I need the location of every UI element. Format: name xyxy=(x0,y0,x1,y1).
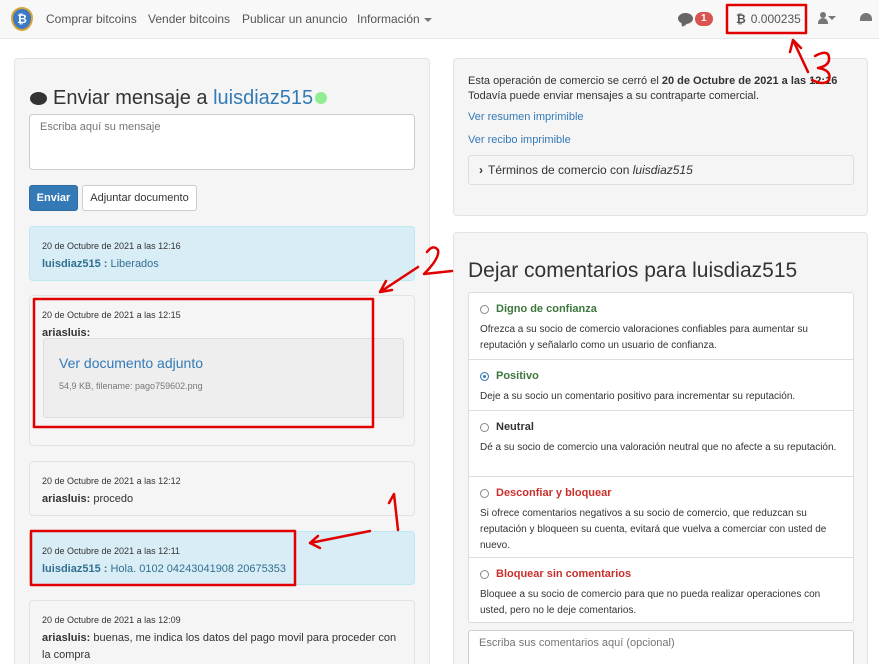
attachment-box: Ver documento adjunto 54,9 KB, filename:… xyxy=(43,338,404,418)
chevron-down-icon xyxy=(828,16,836,20)
feedback-option-description: Dé a su socio de comercio una valoración… xyxy=(480,442,837,453)
radio-button[interactable] xyxy=(480,570,489,579)
wallet-balance[interactable]: ₿ 0.000235 xyxy=(736,12,801,26)
dashboard-icon[interactable] xyxy=(860,13,872,21)
feedback-option-label: Digno de confianza xyxy=(496,303,597,315)
feedback-option-distrust-block[interactable]: Desconfiar y bloquear Si ofrece comentar… xyxy=(469,477,853,558)
feedback-options: Digno de confianza Ofrezca a su socio de… xyxy=(468,292,854,623)
message-body: luisdiaz515 : Hola. 0102 04243041908 206… xyxy=(42,561,402,578)
message-timestamp: 20 de Octubre de 2021 a las 12:16 xyxy=(42,241,181,251)
message-author: luisdiaz515 : xyxy=(42,563,108,575)
message-text: buenas, me indica los datos del pago mov… xyxy=(42,632,397,661)
radio-button[interactable] xyxy=(480,305,489,314)
message-text: Liberados xyxy=(110,258,159,270)
message-author: ariasluis: xyxy=(42,632,91,644)
nav-sell-bitcoins[interactable]: Vender bitcoins xyxy=(148,12,230,26)
view-attachment-link[interactable]: Ver documento adjunto xyxy=(59,355,388,371)
feedback-option-trustworthy[interactable]: Digno de confianza Ofrezca a su socio de… xyxy=(469,293,853,360)
send-button[interactable]: Enviar xyxy=(29,185,78,211)
printable-summary-link[interactable]: Ver resumen imprimible xyxy=(468,111,584,123)
nav-buy-bitcoins[interactable]: Comprar bitcoins xyxy=(46,12,137,26)
chat-message: 20 de Octubre de 2021 a las 12:09 ariasl… xyxy=(29,600,415,664)
user-menu[interactable] xyxy=(818,12,838,26)
trade-closed-note: Todavía puede enviar mensajes a su contr… xyxy=(468,90,760,102)
top-navbar: ₿ Comprar bitcoins Vender bitcoins Publi… xyxy=(0,0,879,39)
trade-terms-prefix: Términos de comercio con xyxy=(488,163,630,177)
message-timestamp: 20 de Octubre de 2021 a las 12:15 xyxy=(42,310,181,320)
printable-receipt-link[interactable]: Ver recibo imprimible xyxy=(468,134,571,146)
feedback-option-description: Ofrezca a su socio de comercio valoracio… xyxy=(480,324,808,351)
wallet-balance-value: 0.000235 xyxy=(750,12,801,26)
message-timestamp: 20 de Octubre de 2021 a las 12:12 xyxy=(42,476,181,486)
chevron-right-icon: › xyxy=(479,163,483,177)
feedback-title: Dejar comentarios para luisdiaz515 xyxy=(468,259,798,282)
comment-icon xyxy=(30,92,47,105)
radio-button[interactable] xyxy=(480,423,489,432)
chat-message: 20 de Octubre de 2021 a las 12:12 ariasl… xyxy=(29,461,415,516)
trade-closed-notice: Esta operación de comercio se cerró el 2… xyxy=(468,74,858,104)
feedback-option-description: Deje a su socio un comentario positivo p… xyxy=(480,391,796,402)
trade-closed-date: 20 de Octubre de 2021 a las 12:16 xyxy=(661,75,838,87)
feedback-option-description: Bloquee a su socio de comercio para que … xyxy=(480,589,821,616)
nav-post-ad[interactable]: Publicar un anuncio xyxy=(242,12,347,26)
message-body: luisdiaz515 : Liberados xyxy=(42,256,402,273)
feedback-option-label: Neutral xyxy=(496,421,534,433)
message-timestamp: 20 de Octubre de 2021 a las 12:11 xyxy=(42,546,180,556)
message-author: luisdiaz515 : xyxy=(42,258,108,270)
feedback-comment-input[interactable] xyxy=(468,630,854,664)
notification-badge[interactable]: 1 xyxy=(695,12,713,26)
attachment-meta: 54,9 KB, filename: pago759602.png xyxy=(59,381,203,391)
attach-document-button[interactable]: Adjuntar documento xyxy=(82,185,197,211)
feedback-option-neutral[interactable]: Neutral Dé a su socio de comercio una va… xyxy=(469,411,853,477)
bitcoin-icon: ₿ xyxy=(736,12,746,26)
message-text: Hola. 0102 04243041908 20675353 xyxy=(110,563,287,575)
feedback-option-label: Positivo xyxy=(496,370,539,382)
trade-terms-user: luisdiaz515 xyxy=(632,163,693,177)
feedback-option-label: Bloquear sin comentarios xyxy=(496,568,632,580)
radio-button[interactable] xyxy=(480,489,489,498)
chat-title-user[interactable]: luisdiaz515 xyxy=(213,87,313,109)
chevron-down-icon xyxy=(423,17,432,22)
feedback-option-block-no-feedback[interactable]: Bloquear sin comentarios Bloquee a su so… xyxy=(469,558,853,622)
message-author: ariasluis: xyxy=(42,493,91,505)
chat-message: 20 de Octubre de 2021 a las 12:16 luisdi… xyxy=(29,226,415,281)
chat-title-prefix: Enviar mensaje a xyxy=(53,87,208,109)
chat-message: 20 de Octubre de 2021 a las 12:11 luisdi… xyxy=(29,531,415,585)
radio-button[interactable] xyxy=(480,372,489,381)
feedback-option-label: Desconfiar y bloquear xyxy=(496,487,612,499)
message-body: ariasluis: buenas, me indica los datos d… xyxy=(42,630,402,664)
chat-message: 20 de Octubre de 2021 a las 12:15 ariasl… xyxy=(29,295,415,446)
message-text: procedo xyxy=(93,493,134,505)
nav-information-dropdown[interactable]: Información xyxy=(357,12,432,26)
chat-title: Enviar mensaje a luisdiaz515 xyxy=(30,87,313,110)
chat-icon[interactable] xyxy=(678,13,693,24)
site-logo[interactable]: ₿ xyxy=(11,7,33,31)
trade-closed-prefix: Esta operación de comercio se cerró el xyxy=(468,75,659,87)
message-timestamp: 20 de Octubre de 2021 a las 12:09 xyxy=(42,615,181,625)
feedback-option-positive[interactable]: Positivo Deje a su socio un comentario p… xyxy=(469,360,853,411)
message-body: ariasluis: procedo xyxy=(42,491,402,508)
trade-terms-toggle[interactable]: › Términos de comercio con luisdiaz515 xyxy=(468,155,854,185)
online-status-indicator xyxy=(315,92,327,104)
message-input[interactable] xyxy=(29,114,415,170)
feedback-option-description: Si ofrece comentarios negativos a su soc… xyxy=(480,508,827,551)
nav-information-label: Información xyxy=(357,12,420,26)
